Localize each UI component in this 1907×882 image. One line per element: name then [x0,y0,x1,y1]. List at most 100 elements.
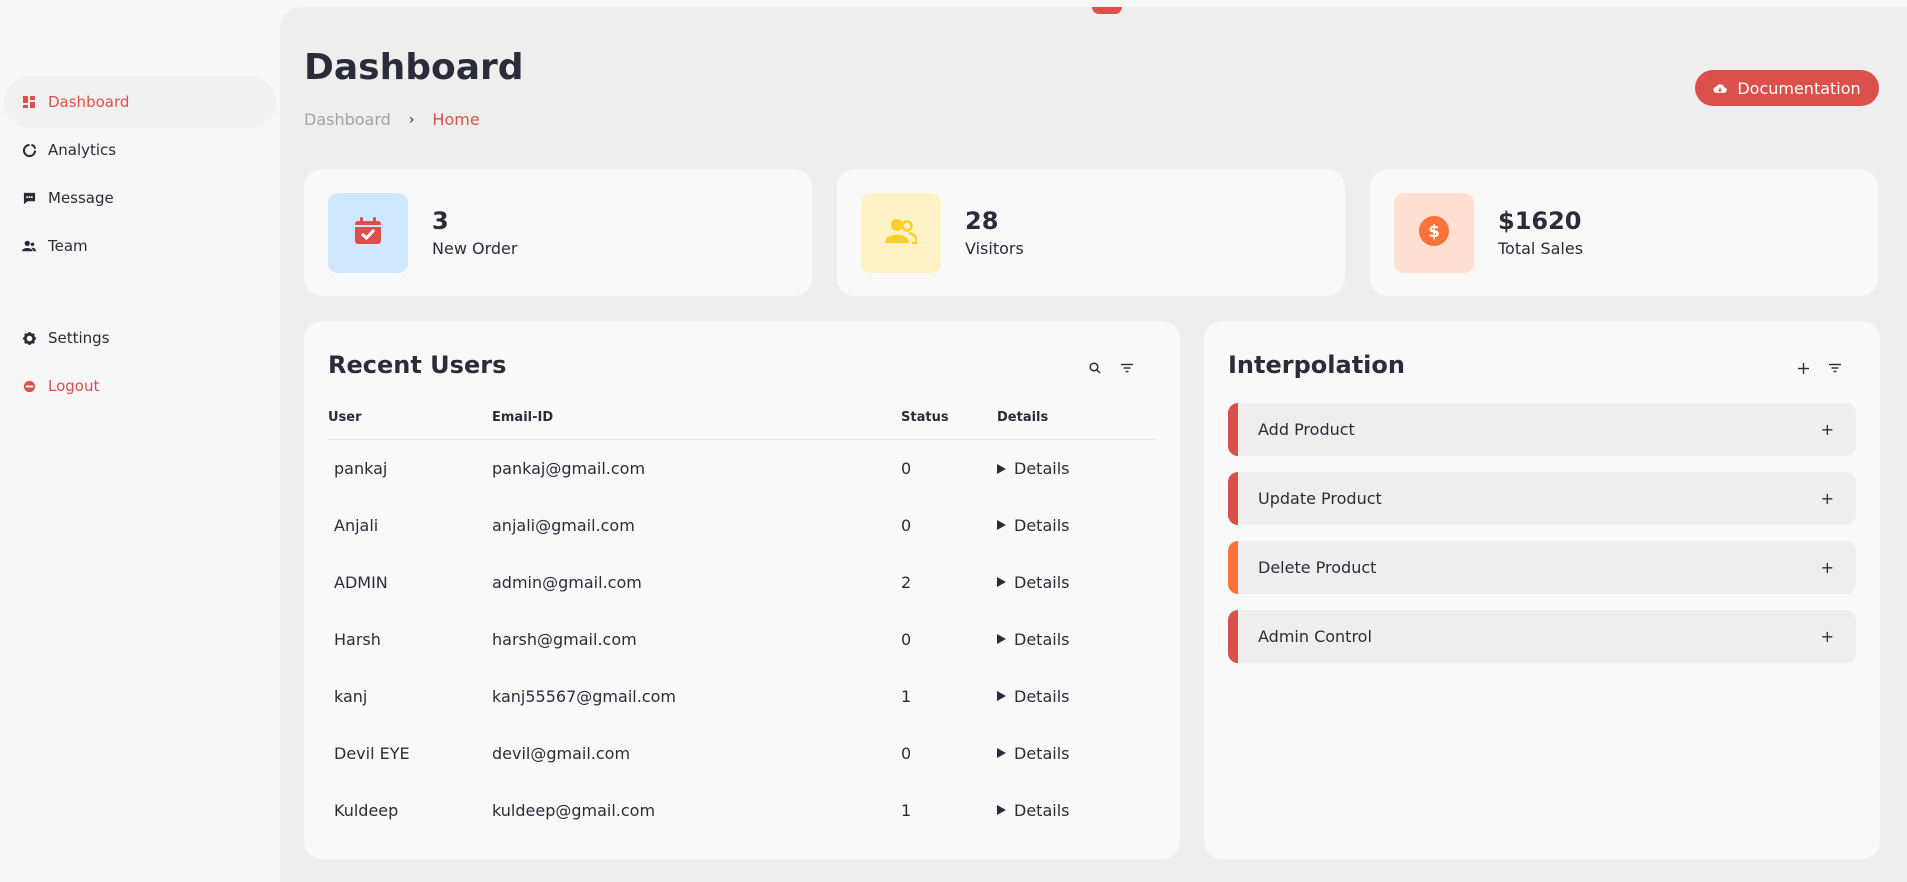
item-label: Update Product [1258,489,1382,508]
user-name: pankaj [334,458,388,478]
user-email: pankaj@gmail.com [492,458,646,478]
table-header-row: User Email-ID Status Details [328,397,1156,440]
details-cell: Details [997,725,1156,782]
group-icon [885,218,919,248]
stat-text: $1620 Total Sales [1498,207,1583,258]
user-name: Devil EYE [334,743,410,763]
details-toggle[interactable]: Details [997,516,1069,535]
sidebar-item-logout[interactable]: Logout [8,364,272,408]
triangle-right-icon [997,577,1006,588]
user-email: kuldeep@gmail.com [492,800,656,820]
user-email: anjali@gmail.com [492,515,635,535]
details-cell: Details [997,554,1156,611]
table-row: ADMIN admin@gmail.com 2 Details [328,554,1156,611]
interpolation-item-add-product[interactable]: Add Product + [1228,403,1856,456]
details-toggle[interactable]: Details [997,801,1069,820]
plus-icon[interactable]: + [1821,627,1834,646]
column-header-email: Email-ID [492,397,901,440]
details-toggle[interactable]: Details [997,573,1069,592]
details-toggle[interactable]: Details [997,687,1069,706]
logout-icon [22,379,36,393]
interpolation-item-delete-product[interactable]: Delete Product + [1228,541,1856,594]
plus-icon[interactable] [1796,361,1810,375]
interpolation-item-update-product[interactable]: Update Product + [1228,472,1856,525]
sidebar-item-label: Message [48,189,114,207]
details-label: Details [1014,629,1070,649]
stat-icon-box [328,192,408,273]
plus-icon[interactable]: + [1821,420,1834,439]
details-cell: Details [997,611,1156,668]
sidebar-item-label: Logout [48,377,100,395]
user-name: Harsh [334,629,381,649]
user-status: 0 [901,743,912,763]
column-header-details: Details [997,397,1156,440]
item-color-bar [1228,472,1238,525]
details-label: Details [1014,459,1070,478]
user-status: 0 [901,515,912,535]
interpolation-panel: Interpolation Add Product + Update Produ… [1204,321,1880,859]
page-title: Dashboard [304,47,524,88]
details-toggle[interactable]: Details [997,744,1069,763]
sidebar-menu: Dashboard Analytics Message Team Setting… [0,80,280,412]
sidebar-item-label: Team [48,237,88,255]
user-email: kanj55567@gmail.com [492,686,676,706]
plus-icon[interactable]: + [1821,558,1834,577]
user-name: kanj [334,686,368,706]
breadcrumb-item-dashboard[interactable]: Dashboard [304,110,391,129]
stat-card-new-order: 3 New Order [304,169,812,296]
sidebar-item-settings[interactable]: Settings [8,316,272,360]
details-label: Details [1014,515,1070,535]
column-header-status: Status [901,397,997,440]
table-row: pankaj pankaj@gmail.com 0 Details [328,440,1156,497]
item-label: Delete Product [1258,558,1377,577]
top-accent-mark [1092,7,1122,14]
details-label: Details [1014,572,1070,592]
details-label: Details [1014,800,1070,820]
stat-icon-box [861,192,941,273]
details-cell: Details [997,497,1156,554]
breadcrumb-item-home[interactable]: Home [432,110,479,129]
user-status: 1 [901,686,912,706]
calendar-check-icon [353,216,383,250]
stat-icon-box: $ [1394,192,1474,273]
user-name: Anjali [334,515,379,535]
sidebar-item-label: Analytics [48,141,117,159]
documentation-button[interactable]: Documentation [1695,70,1879,106]
documentation-label: Documentation [1737,78,1861,98]
details-label: Details [1014,686,1070,706]
team-icon [22,239,36,253]
triangle-right-icon [997,805,1006,816]
table-row: kanj kanj55567@gmail.com 1 Details [328,668,1156,725]
triangle-right-icon [997,634,1006,645]
sidebar-item-dashboard[interactable]: Dashboard [8,80,272,124]
item-label: Add Product [1258,420,1355,439]
details-cell: Details [997,668,1156,725]
user-status: 2 [901,572,912,592]
sidebar: Dashboard Analytics Message Team Setting… [0,0,280,882]
stat-value: 28 [965,207,999,235]
svg-text:$: $ [1428,222,1440,242]
recent-users-table: User Email-ID Status Details pankaj pank… [328,397,1156,839]
table-row: Kuldeep kuldeep@gmail.com 1 Details [328,782,1156,839]
table-row: Anjali anjali@gmail.com 0 Details [328,497,1156,554]
triangle-right-icon [997,520,1006,531]
user-email: devil@gmail.com [492,743,631,763]
sidebar-item-team[interactable]: Team [8,224,272,268]
dollar-circle-icon: $ [1418,215,1450,251]
user-email: harsh@gmail.com [492,629,637,649]
search-icon[interactable] [1088,361,1102,375]
filter-icon[interactable] [1120,361,1134,375]
details-toggle[interactable]: Details [997,630,1069,649]
details-cell: Details [997,440,1156,497]
sidebar-item-label: Settings [48,329,110,347]
sidebar-item-message[interactable]: Message [8,176,272,220]
plus-icon[interactable]: + [1821,489,1834,508]
panel-title: Interpolation [1228,351,1405,379]
panel-title: Recent Users [328,351,507,379]
details-toggle[interactable]: Details [997,459,1069,478]
filter-icon[interactable] [1828,361,1842,375]
interpolation-item-admin-control[interactable]: Admin Control + [1228,610,1856,663]
sidebar-item-analytics[interactable]: Analytics [8,128,272,172]
table-row: Devil EYE devil@gmail.com 0 Details [328,725,1156,782]
